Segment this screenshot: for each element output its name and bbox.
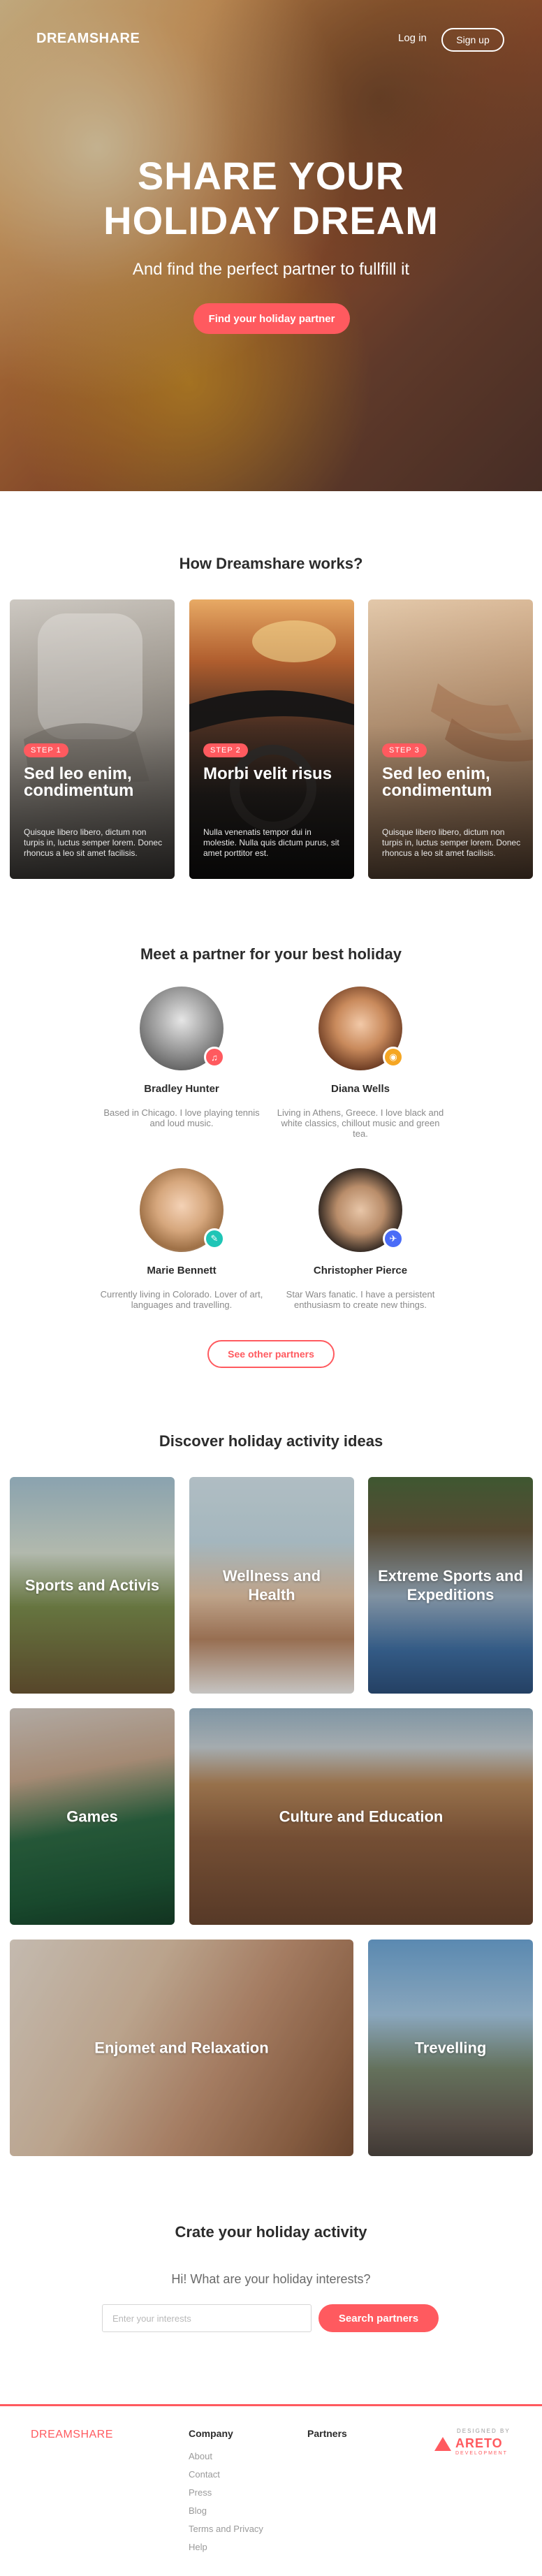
activity-wellness[interactable]: Wellness and Health xyxy=(189,1477,354,1694)
footer-link-about[interactable]: About xyxy=(189,2451,263,2469)
see-other-partners-button[interactable]: See other partners xyxy=(207,1340,335,1368)
activity-culture[interactable]: Culture and Education xyxy=(189,1708,533,1925)
hero-title-line1: SHARE YOUR xyxy=(137,154,405,198)
footer-link-press[interactable]: Press xyxy=(189,2487,263,2505)
activity-label: Culture and Education xyxy=(279,1807,444,1826)
activity-label: Sports and Activis xyxy=(24,1576,160,1594)
step-3-text: Quisque libero libero, dictum non turpis… xyxy=(382,827,521,858)
step-3-badge: STEP 3 xyxy=(382,743,427,757)
partner-description: Based in Chicago. I love playing tennis … xyxy=(103,1107,260,1128)
step-1-text: Quisque libero libero, dictum non turpis… xyxy=(24,827,163,858)
activity-extreme[interactable]: Extreme Sports and Expeditions xyxy=(368,1477,533,1694)
activity-label: Games xyxy=(66,1807,118,1826)
hero-title-line2: HOLIDAY DREAM xyxy=(103,198,439,242)
avatar[interactable]: ✈ xyxy=(318,1168,404,1252)
camera-icon: ◉ xyxy=(383,1047,404,1068)
avatar[interactable]: ✎ xyxy=(140,1168,225,1252)
designed-by-label: DESIGNED BY xyxy=(457,2428,511,2434)
footer-link-help[interactable]: Help xyxy=(189,2542,263,2560)
find-partner-button[interactable]: Find your holiday partner xyxy=(193,303,350,334)
areto-subtitle: DEVELOPMENT xyxy=(455,2451,508,2456)
step-card-3: STEP 3 Sed leo enim, condimentum Quisque… xyxy=(368,599,533,879)
signup-button[interactable]: Sign up xyxy=(441,28,504,52)
step-1-badge: STEP 1 xyxy=(24,743,68,757)
header-logo[interactable]: DREAMSHARE xyxy=(36,31,140,47)
footer-company-title: Company xyxy=(189,2428,233,2439)
pencil-icon: ✎ xyxy=(204,1228,225,1249)
avatar[interactable]: ♫ xyxy=(140,987,225,1070)
activity-label: Trevelling xyxy=(414,2039,487,2057)
activity-label: Enjomet and Relaxation xyxy=(94,2039,269,2057)
footer-partners-title: Partners xyxy=(307,2428,347,2439)
partner-card-christopher[interactable]: ✈ Christopher Pierce Star Wars fanatic. … xyxy=(270,1168,451,1310)
areto-wordmark: ARETO xyxy=(455,2436,503,2450)
hero-section: DREAMSHARE Log in Sign up SHARE YOUR HOL… xyxy=(0,0,542,491)
partner-description: Living in Athens, Greece. I love black a… xyxy=(277,1107,444,1139)
partner-description: Star Wars fanatic. I have a persistent e… xyxy=(286,1289,435,1310)
page: DREAMSHARE Log in Sign up SHARE YOUR HOL… xyxy=(0,0,542,2576)
partner-name: Christopher Pierce xyxy=(313,1265,408,1276)
partner-description: Currently living in Colorado. Lover of a… xyxy=(100,1289,263,1310)
partner-card-diana[interactable]: ◉ Diana Wells Living in Athens, Greece. … xyxy=(270,987,451,1139)
activity-relaxation[interactable]: Enjomet and Relaxation xyxy=(10,1940,353,2156)
step-card-1: STEP 1 Sed leo enim, condimentum Quisque… xyxy=(10,599,175,879)
activity-games[interactable]: Games xyxy=(10,1708,175,1925)
step-2-text: Nulla venenatis tempor dui in molestie. … xyxy=(203,827,339,858)
partner-name: Bradley Hunter xyxy=(144,1083,219,1095)
avatar[interactable]: ◉ xyxy=(318,987,404,1070)
step-1-title: Sed leo enim, condimentum xyxy=(24,764,134,800)
partner-card-marie[interactable]: ✎ Marie Bennett Currently living in Colo… xyxy=(91,1168,272,1310)
step-2-badge: STEP 2 xyxy=(203,743,248,757)
step-3-title: Sed leo enim, condimentum xyxy=(382,764,492,800)
partner-name: Marie Bennett xyxy=(147,1265,217,1276)
interests-input[interactable] xyxy=(102,2304,312,2332)
activity-label: Wellness and Health xyxy=(222,1567,321,1603)
areto-triangle-icon xyxy=(434,2436,451,2451)
footer-logo[interactable]: DREAMSHARE xyxy=(31,2429,113,2441)
footer-link-terms[interactable]: Terms and Privacy xyxy=(189,2524,263,2542)
activity-travelling[interactable]: Trevelling xyxy=(368,1940,533,2156)
footer-link-contact[interactable]: Contact xyxy=(189,2469,263,2487)
partner-name: Diana Wells xyxy=(331,1083,390,1095)
create-subtitle: Hi! What are your holiday interests? xyxy=(171,2272,371,2286)
partner-card-bradley[interactable]: ♫ Bradley Hunter Based in Chicago. I lov… xyxy=(91,987,272,1128)
partners-section-title: Meet a partner for your best holiday xyxy=(140,945,402,963)
how-section-title: How Dreamshare works? xyxy=(179,555,363,572)
step-2-title: Morbi velit risus xyxy=(203,764,332,783)
areto-logo[interactable]: ARETO xyxy=(434,2436,503,2451)
hero-subtitle: And find the perfect partner to fullfill… xyxy=(132,260,410,279)
activity-sports[interactable]: Sports and Activis xyxy=(10,1477,175,1694)
footer-link-blog[interactable]: Blog xyxy=(189,2505,263,2524)
login-link[interactable]: Log in xyxy=(398,32,427,44)
airplane-icon: ✈ xyxy=(383,1228,404,1249)
activities-section-title: Discover holiday activity ideas xyxy=(159,1432,383,1450)
hero-title: SHARE YOUR HOLIDAY DREAM xyxy=(0,154,542,243)
activity-label: Extreme Sports and Expeditions xyxy=(378,1567,523,1603)
footer-divider xyxy=(0,2404,542,2406)
create-section-title: Crate your holiday activity xyxy=(175,2223,367,2241)
music-note-icon: ♫ xyxy=(204,1047,225,1068)
search-partners-button[interactable]: Search partners xyxy=(318,2304,439,2332)
footer-company-links: About Contact Press Blog Terms and Priva… xyxy=(189,2451,263,2560)
step-card-2: STEP 2 Morbi velit risus Nulla venenatis… xyxy=(189,599,354,879)
